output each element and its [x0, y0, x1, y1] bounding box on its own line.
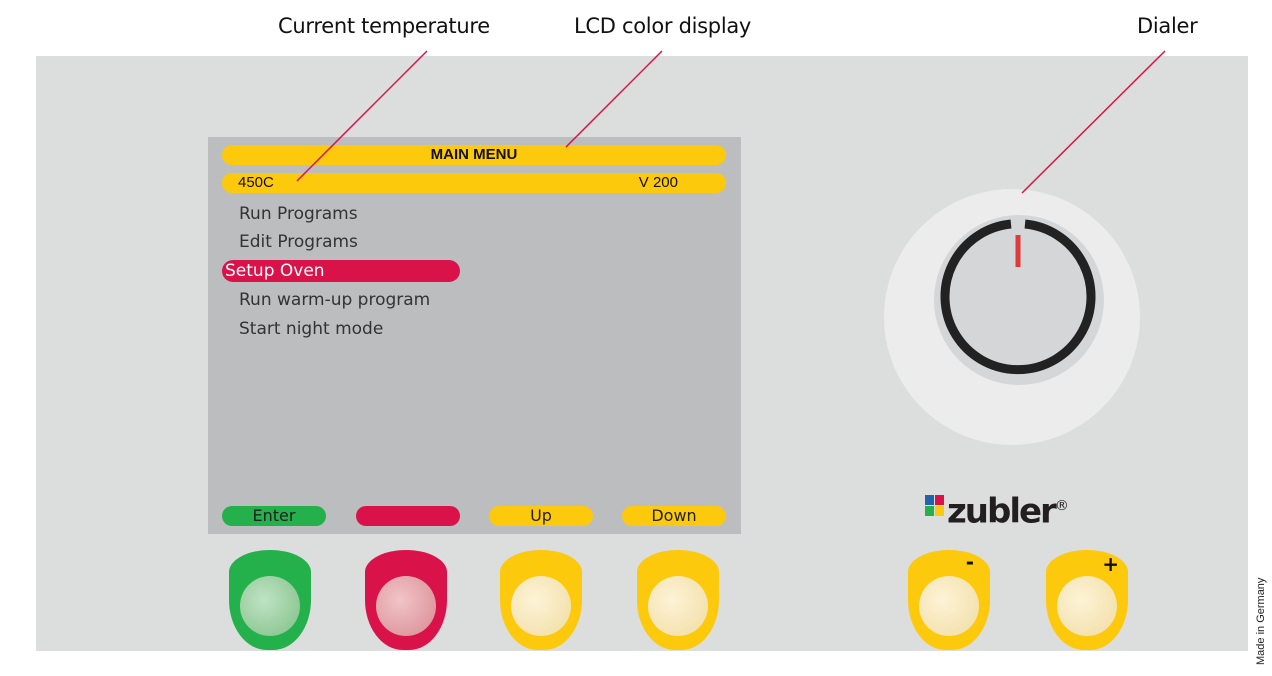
lcd-display: MAIN MENU 450C V 200 Run Programs Edit P… — [208, 137, 741, 534]
main-menu-title: MAIN MENU — [430, 146, 518, 163]
main-menu-header: MAIN MENU — [222, 145, 726, 165]
up-button-face — [511, 576, 571, 636]
zubler-logo-squares-icon — [925, 495, 944, 516]
callout-current-temperature: Current temperature — [278, 14, 490, 38]
plus-label: + — [1102, 552, 1119, 576]
zubler-logo: zubler® — [947, 486, 1069, 531]
minus-button-face — [919, 576, 979, 636]
menu-item-edit-programs[interactable]: Edit Programs — [239, 231, 358, 253]
registered-mark: ® — [1054, 498, 1069, 514]
callout-dialer: Dialer — [1137, 14, 1198, 38]
down-button[interactable] — [637, 550, 719, 650]
dialer-knob[interactable] — [884, 189, 1140, 445]
callout-lcd-display: LCD color display — [574, 14, 752, 38]
status-bar: 450C V 200 — [222, 173, 726, 193]
softkey-enter: Enter — [222, 506, 326, 526]
plus-button[interactable]: + — [1046, 550, 1128, 650]
minus-label: - — [965, 550, 974, 574]
red-button-face — [376, 576, 436, 636]
down-button-face — [648, 576, 708, 636]
version-label: V 200 — [638, 174, 678, 191]
red-button[interactable] — [365, 550, 447, 650]
softkey-down: Down — [622, 506, 726, 526]
minus-button[interactable]: - — [908, 550, 990, 650]
menu-item-run-programs[interactable]: Run Programs — [239, 203, 358, 225]
softkey-up: Up — [489, 506, 593, 526]
up-button[interactable] — [500, 550, 582, 650]
menu-item-run-warm-up-program[interactable]: Run warm-up program — [239, 289, 430, 311]
current-temperature-value: 450C — [238, 174, 274, 191]
zubler-logo-text: zubler — [947, 491, 1057, 532]
plus-button-face — [1057, 576, 1117, 636]
made-in-germany-label: Made in Germany — [1255, 577, 1267, 665]
enter-button-face — [240, 576, 300, 636]
softkey-red — [356, 506, 460, 526]
enter-button[interactable] — [229, 550, 311, 650]
menu-item-start-night-mode[interactable]: Start night mode — [239, 318, 383, 340]
menu-item-setup-oven[interactable]: Setup Oven — [225, 260, 325, 282]
